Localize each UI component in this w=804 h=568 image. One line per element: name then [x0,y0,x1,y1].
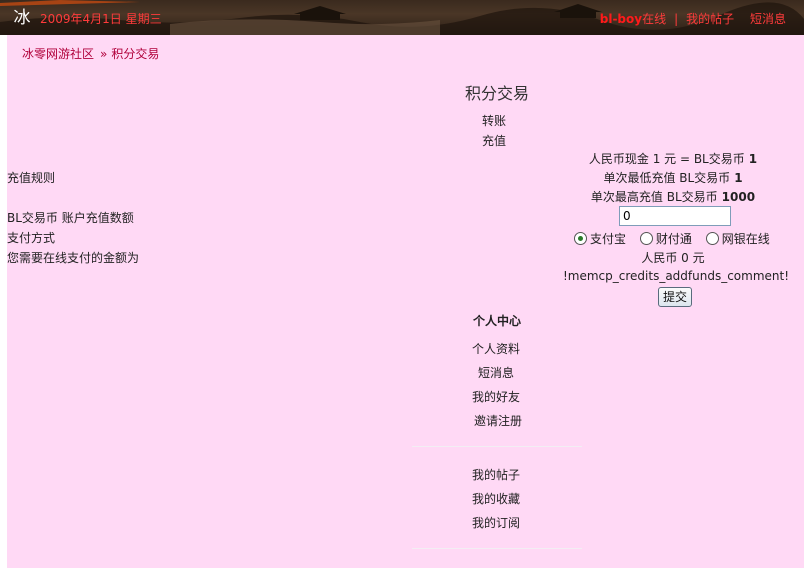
breadcrumb-home[interactable]: 冰零网游社区 [22,47,94,61]
divider [412,446,582,447]
max-value: 1000 [721,190,756,204]
tab-transfer[interactable]: 转账 [482,112,506,129]
my-posts-link[interactable]: 我的帖子 [686,12,734,26]
payment-options: 支付宝 财付通 网银在线 [574,230,780,247]
payment-alipay[interactable]: 支付宝 [574,232,626,246]
min-rule: 单次最低充值 BL交易币 1 [542,169,804,186]
min-text: 单次最低充值 BL交易币 [603,171,731,185]
breadcrumb-current: 积分交易 [111,47,160,61]
nav-friends[interactable]: 我的好友 [472,388,520,405]
payment-method-label: 支付方式 [7,231,56,245]
tenpay-label: 财付通 [655,232,692,246]
nav-invite[interactable]: 邀请注册 [474,412,522,429]
max-rule: 单次最高充值 BL交易币 1000 [542,188,804,205]
nav-my-threads[interactable]: 我的帖子 [472,466,520,483]
site-logo-icon[interactable]: 冰 [10,6,34,30]
personal-center-title: 个人中心 [473,314,522,328]
payment-tenpay[interactable]: 财付通 [639,232,692,246]
chinabank-radio[interactable] [705,232,719,245]
tenpay-radio[interactable] [639,232,653,245]
rate-rule: 人民币现金 1 元 = BL交易币 1 [542,150,804,167]
payment-chinabank[interactable]: 网银在线 [705,232,770,246]
nav-subscriptions[interactable]: 我的订阅 [472,514,520,531]
tab-recharge[interactable]: 充值 [482,132,506,149]
submit-button[interactable]: 提交 [658,287,693,307]
nav-messages[interactable]: 短消息 [478,364,514,381]
header-links: bl-boy在线 | 我的帖子 短消息 [600,10,786,27]
max-text: 单次最高充值 BL交易币 [590,190,718,204]
alipay-radio[interactable] [574,232,587,245]
divider [412,548,582,549]
header-separator: | [674,12,679,26]
main-content: 冰零网游社区» 积分交易 积分交易 转账 充值 充值规则 BL交易币 账户充值数额… [7,35,804,568]
nav-profile[interactable]: 个人资料 [472,340,520,357]
rate-text: 人民币现金 1 元 = BL交易币 [588,152,745,166]
recharge-rules-label: 充值规则 [7,171,56,185]
addfunds-comment: !memcp_credits_addfunds_comment! [562,269,790,283]
online-status: 在线 [642,12,667,26]
chinabank-label: 网银在线 [721,232,770,246]
page-title: 积分交易 [465,84,530,103]
breadcrumb-arrow: » [100,47,108,61]
messages-link[interactable]: 短消息 [750,12,786,26]
rate-value: 1 [748,152,758,166]
amount-input[interactable] [619,206,731,226]
amount-label: BL交易币 账户充值数额 [7,211,134,225]
nav-favorites[interactable]: 我的收藏 [472,490,520,507]
breadcrumb: 冰零网游社区 » 积分交易 [22,45,159,62]
alipay-label: 支付宝 [590,232,627,246]
total-label: 您需要在线支付的金额为 [7,251,140,265]
header-date: 2009年4月1日 星期三 [40,12,162,26]
top-header: 冰 2009年4月1日 星期三 bl-boy在线 | 我的帖子 短消息 [0,0,804,35]
min-value: 1 [734,171,743,185]
username-link[interactable]: bl-boy [600,12,642,26]
total-amount: 人民币 0 元 [641,251,705,265]
